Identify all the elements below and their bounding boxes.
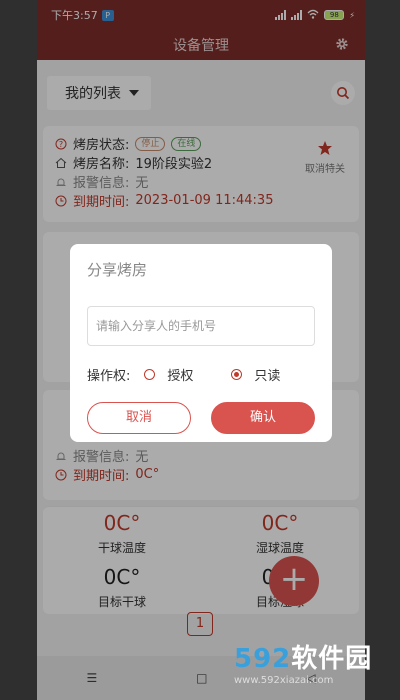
dialog-title: 分享烤房 — [87, 261, 148, 279]
watermark-number: 592 — [234, 644, 292, 674]
phone-screen: 下午3:57 P 98 ⚡ 设备管理 我的列表 ? 烤房状态: 停止 在线 烤房… — [37, 0, 365, 700]
radio-readonly-label: 只读 — [254, 368, 281, 384]
radio-authorize-label: 授权 — [167, 368, 194, 384]
permission-label: 操作权: — [87, 368, 131, 384]
permission-group: 操作权: 授权 只读 — [87, 364, 315, 384]
watermark-name: 软件园 — [291, 644, 373, 674]
confirm-button[interactable]: 确认 — [211, 402, 315, 434]
radio-readonly[interactable]: 只读 — [231, 365, 280, 384]
share-dialog: 分享烤房 操作权: 授权 只读 取消 确认 — [70, 244, 332, 442]
dialog-actions: 取消 确认 — [87, 402, 315, 434]
cancel-button[interactable]: 取消 — [87, 402, 191, 434]
radio-unchecked-icon — [144, 368, 156, 380]
radio-authorize[interactable]: 授权 — [144, 365, 193, 384]
radio-checked-icon — [231, 368, 243, 380]
watermark: 592软件园 www.592xiazai.com — [234, 638, 400, 700]
watermark-url: www.592xiazai.com — [234, 675, 334, 686]
phone-number-input[interactable] — [87, 306, 315, 346]
